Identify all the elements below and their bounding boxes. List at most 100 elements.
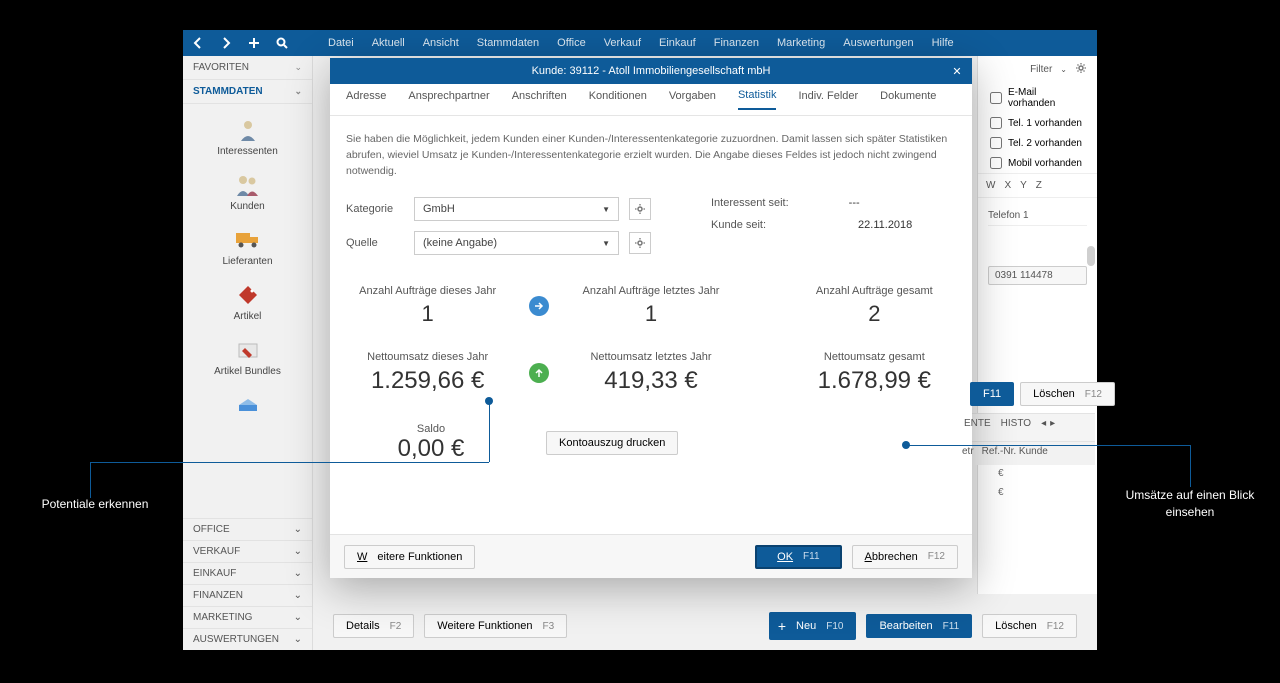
- checkbox[interactable]: [990, 92, 1002, 104]
- menu-einkauf[interactable]: Einkauf: [659, 37, 696, 49]
- people-icon: [233, 173, 263, 197]
- details-button[interactable]: DetailsF2: [333, 614, 414, 638]
- menu-aktuell[interactable]: Aktuell: [372, 37, 405, 49]
- tab-indiv-felder[interactable]: Indiv. Felder: [798, 90, 858, 109]
- column-telefon1[interactable]: Telefon 1: [988, 206, 1087, 226]
- sidebar-item-kunden[interactable]: Kunden: [183, 167, 312, 222]
- tab-vorgaben[interactable]: Vorgaben: [669, 90, 716, 109]
- quelle-select[interactable]: (keine Angabe) ▼: [414, 231, 619, 255]
- ok-button[interactable]: OKF11: [755, 545, 841, 569]
- bg-loeschen-button[interactable]: LöschenF12: [1020, 382, 1115, 406]
- menu-auswertungen[interactable]: Auswertungen: [843, 37, 913, 49]
- sidebar-item-label: Artikel: [183, 311, 312, 322]
- checkbox[interactable]: [990, 157, 1002, 169]
- checkbox[interactable]: [990, 117, 1002, 129]
- chevron-down-icon: ⌄: [294, 634, 302, 645]
- chevron-down-icon: ⌄: [294, 568, 302, 579]
- letter-x[interactable]: X: [1004, 180, 1011, 191]
- abbrechen-button[interactable]: AbbrechenF12: [852, 545, 958, 569]
- menu-stammdaten[interactable]: Stammdaten: [477, 37, 539, 49]
- close-icon[interactable]: ✕: [942, 58, 972, 84]
- stat-netto-total: Nettoumsatz gesamt 1.678,99 €: [793, 351, 956, 395]
- tab-konditionen[interactable]: Konditionen: [589, 90, 647, 109]
- sidebar-section-office[interactable]: OFFICE⌄: [183, 518, 312, 540]
- sidebar-section-marketing[interactable]: MARKETING⌄: [183, 606, 312, 628]
- neu-button[interactable]: +NeuF10: [769, 612, 857, 640]
- annotation-right: Umsätze auf einen Blick einsehen: [1120, 487, 1260, 521]
- menu-hilfe[interactable]: Hilfe: [932, 37, 954, 49]
- col-refnr[interactable]: Ref.-Nr. Kunde: [982, 446, 1048, 457]
- menu-datei[interactable]: Datei: [328, 37, 354, 49]
- weitere-funktionen-button[interactable]: Weitere Funktionen: [344, 545, 475, 569]
- favoriten-label: FAVORITEN: [193, 62, 249, 73]
- tab-ente[interactable]: ENTE: [964, 418, 991, 429]
- sidebar-item-artikel[interactable]: Artikel: [183, 277, 312, 332]
- person-icon: [233, 118, 263, 142]
- col-etr[interactable]: etr: [962, 446, 974, 457]
- filter-mobil[interactable]: Mobil vorhanden: [978, 153, 1097, 173]
- sidebar-section-stammdaten[interactable]: STAMMDATEN⌄: [183, 80, 312, 104]
- back-icon[interactable]: [191, 36, 205, 50]
- sidebar-item-label: Kunden: [183, 201, 312, 212]
- sidebar-item-label: Interessenten: [183, 146, 312, 157]
- sidebar-section-verkauf[interactable]: VERKAUF⌄: [183, 540, 312, 562]
- bg-f11-button[interactable]: F11: [970, 382, 1014, 406]
- scrollbar[interactable]: [1087, 246, 1095, 266]
- kontoauszug-drucken-button[interactable]: Kontoauszug drucken: [546, 431, 678, 455]
- menu-marketing[interactable]: Marketing: [777, 37, 825, 49]
- tab-ansprechpartner[interactable]: Ansprechpartner: [408, 90, 489, 109]
- plus-icon[interactable]: [247, 36, 261, 50]
- sidebar-item-lieferanten[interactable]: Lieferanten: [183, 222, 312, 277]
- sidebar-section-finanzen[interactable]: FINANZEN⌄: [183, 584, 312, 606]
- filter-tel1[interactable]: Tel. 1 vorhanden: [978, 113, 1097, 133]
- phone-cell[interactable]: 0391 114478: [988, 266, 1087, 285]
- tab-anschriften[interactable]: Anschriften: [512, 90, 567, 109]
- kategorie-select[interactable]: GmbH ▼: [414, 197, 619, 221]
- inbox-icon: [233, 393, 263, 417]
- menu-ansicht[interactable]: Ansicht: [423, 37, 459, 49]
- alpha-filter: W X Y Z: [978, 173, 1097, 198]
- tag-icon: [233, 283, 263, 307]
- checkbox[interactable]: [990, 137, 1002, 149]
- sidebar-section-auswertungen[interactable]: AUSWERTUNGEN⌄: [183, 628, 312, 650]
- bearbeiten-button[interactable]: BearbeitenF11: [866, 614, 972, 638]
- tab-adresse[interactable]: Adresse: [346, 90, 386, 109]
- loeschen-button[interactable]: LöschenF12: [982, 614, 1077, 638]
- sidebar-item-artikel-bundles[interactable]: Artikel Bundles: [183, 332, 312, 387]
- tab-histo[interactable]: HISTO: [1001, 418, 1031, 429]
- menu-office[interactable]: Office: [557, 37, 586, 49]
- bg-col-headers: etr Ref.-Nr. Kunde: [962, 446, 1048, 457]
- gear-icon[interactable]: [629, 232, 651, 254]
- sidebar-section-favoriten[interactable]: FAVORITEN⌄: [183, 56, 312, 80]
- sidebar-item-interessenten[interactable]: Interessenten: [183, 112, 312, 167]
- kategorie-label: Kategorie: [346, 203, 404, 215]
- tab-statistik[interactable]: Statistik: [738, 89, 777, 110]
- chevron-down-icon[interactable]: ⌄: [1060, 65, 1067, 74]
- tab-right-icon[interactable]: ▸: [1050, 418, 1055, 429]
- dialog-footer: Weitere Funktionen OKF11 AbbrechenF12: [330, 534, 972, 578]
- gear-icon[interactable]: [629, 198, 651, 220]
- stat-auftraege-total: Anzahl Aufträge gesamt 2: [793, 285, 956, 327]
- tab-left-icon[interactable]: ◂: [1041, 418, 1046, 429]
- filter-email[interactable]: E-Mail vorhanden: [978, 83, 1097, 113]
- weitere-funktionen-button[interactable]: Weitere FunktionenF3: [424, 614, 567, 638]
- letter-y[interactable]: Y: [1020, 180, 1027, 191]
- menu-verkauf[interactable]: Verkauf: [604, 37, 641, 49]
- letter-w[interactable]: W: [986, 180, 995, 191]
- tab-dokumente[interactable]: Dokumente: [880, 90, 936, 109]
- sidebar-item-more[interactable]: [183, 387, 312, 431]
- forward-icon[interactable]: [219, 36, 233, 50]
- filter-tel2[interactable]: Tel. 2 vorhanden: [978, 133, 1097, 153]
- letter-z[interactable]: Z: [1036, 180, 1042, 191]
- stat-auftraege-last-year: Anzahl Aufträge letztes Jahr 1: [569, 285, 732, 327]
- gear-icon[interactable]: [1075, 62, 1087, 77]
- annotation-left: Potentiale erkennen: [20, 497, 170, 511]
- menu-finanzen[interactable]: Finanzen: [714, 37, 759, 49]
- bottom-toolbar: DetailsF2 Weitere FunktionenF3 +NeuF10 B…: [313, 612, 1097, 640]
- sidebar-section-einkauf[interactable]: EINKAUF⌄: [183, 562, 312, 584]
- filter-label[interactable]: Filter: [1030, 64, 1052, 75]
- folder-tag-icon: [233, 338, 263, 362]
- dialog-title: Kunde: 39112 - Atoll Immobiliengesellsch…: [330, 58, 972, 84]
- customer-dialog: Kunde: 39112 - Atoll Immobiliengesellsch…: [330, 58, 972, 578]
- search-icon[interactable]: [275, 36, 289, 50]
